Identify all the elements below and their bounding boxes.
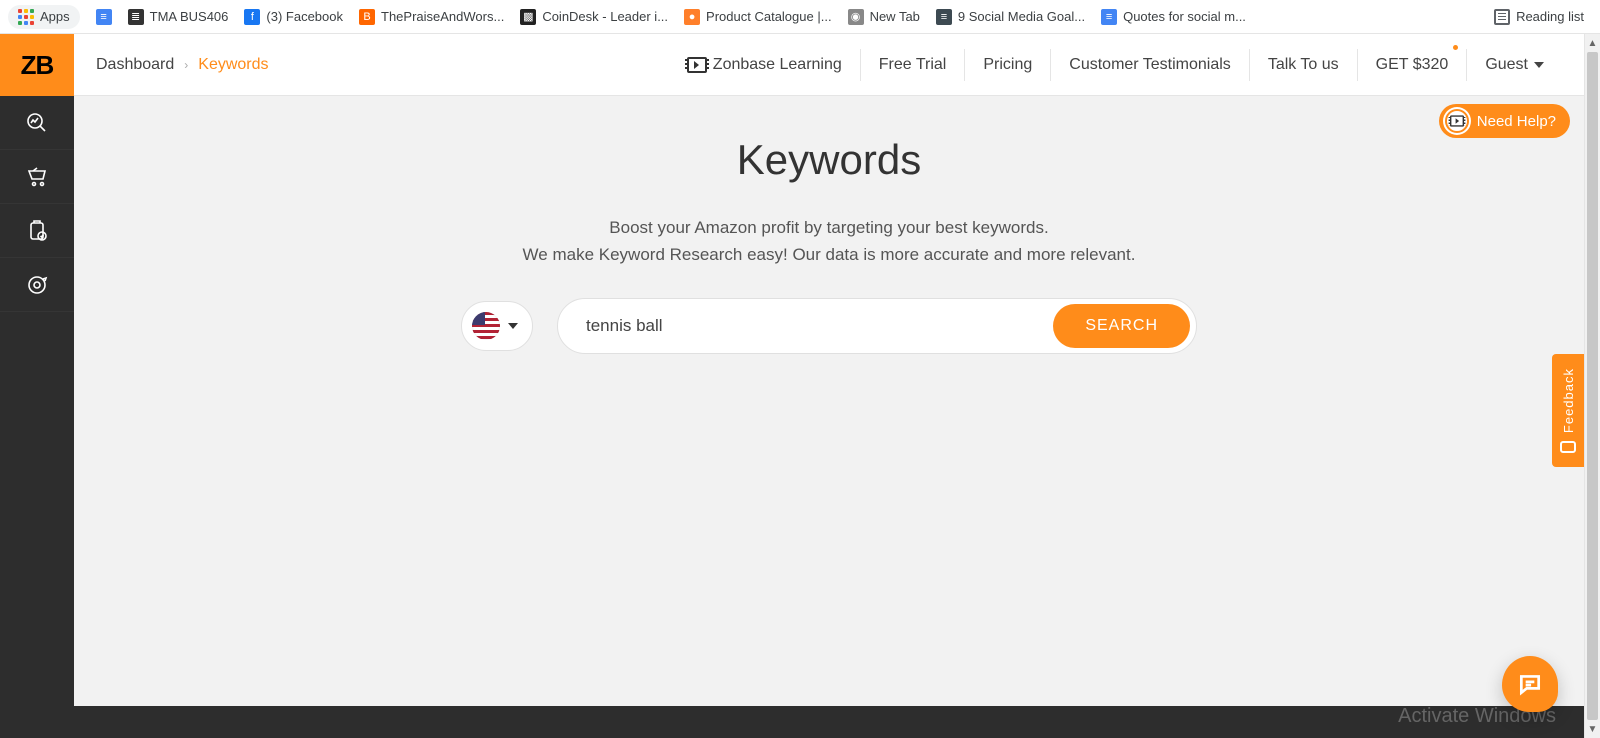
app-root: ZB Dashboard › Keywords Zonbase Learn — [0, 34, 1600, 738]
subtitle-line: We make Keyword Research easy! Our data … — [74, 241, 1584, 268]
feedback-tab[interactable]: Feedback — [1552, 354, 1584, 467]
sidebar-item-optimize[interactable] — [0, 258, 74, 312]
cart-icon — [25, 165, 49, 189]
bookmark-item[interactable]: f (3) Facebook — [236, 5, 351, 29]
bookmark-item[interactable]: ≡ 9 Social Media Goal... — [928, 5, 1093, 29]
bookmark-label: Product Catalogue |... — [706, 9, 832, 24]
browser-scrollbar[interactable]: ▲ ▼ — [1584, 34, 1600, 738]
bookmarks-left: Apps ≡ ≣ TMA BUS406 f (3) Facebook B ThePraise… — [8, 5, 1486, 29]
subtitle-line: Boost your Amazon profit by targeting yo… — [74, 214, 1584, 241]
sidebar-item-research[interactable] — [0, 96, 74, 150]
nav-guest-menu[interactable]: Guest — [1466, 49, 1562, 81]
video-icon — [687, 57, 707, 73]
favicon-icon: B — [359, 9, 375, 25]
sidebar-item-cart[interactable] — [0, 150, 74, 204]
search-button[interactable]: SEARCH — [1053, 304, 1190, 348]
bookmark-item[interactable]: ≡ Quotes for social m... — [1093, 5, 1254, 29]
bookmark-item[interactable]: ▩ CoinDesk - Leader i... — [512, 5, 676, 29]
feedback-icon — [1560, 441, 1576, 453]
page-subtitle: Boost your Amazon profit by targeting yo… — [74, 214, 1584, 268]
nav-testimonials[interactable]: Customer Testimonials — [1050, 49, 1249, 81]
nav-label: GET $320 — [1376, 56, 1449, 74]
bookmark-label: ThePraiseAndWors... — [381, 9, 504, 24]
reading-list-icon — [1494, 9, 1510, 25]
breadcrumb-current: Keywords — [198, 56, 268, 74]
bookmark-label: 9 Social Media Goal... — [958, 9, 1085, 24]
bookmark-label: Quotes for social m... — [1123, 9, 1246, 24]
footer-strip — [74, 706, 1584, 738]
country-selector[interactable] — [461, 301, 533, 351]
apps-button[interactable]: Apps — [8, 5, 80, 29]
logo[interactable]: ZB — [0, 34, 74, 96]
breadcrumb: Dashboard › Keywords — [96, 56, 269, 74]
nav-label: Customer Testimonials — [1069, 56, 1231, 74]
nav-label: Pricing — [983, 56, 1032, 74]
logo-text: ZB — [21, 50, 54, 81]
scroll-track[interactable] — [1585, 52, 1600, 720]
reading-list-label: Reading list — [1516, 9, 1584, 24]
breadcrumb-dashboard[interactable]: Dashboard — [96, 56, 174, 74]
nav-label: Zonbase Learning — [713, 56, 842, 74]
bookmark-item[interactable]: ● Product Catalogue |... — [676, 5, 840, 29]
bookmark-label: TMA BUS406 — [150, 9, 229, 24]
header-right: Zonbase Learning Free Trial Pricing Cust… — [669, 49, 1562, 81]
favicon-icon: ≡ — [1101, 9, 1117, 25]
notification-dot-icon — [1453, 45, 1458, 50]
bookmark-item[interactable]: ◉ New Tab — [840, 5, 928, 29]
main-panel: Dashboard › Keywords Zonbase Learning Fr… — [74, 34, 1584, 738]
nav-label: Guest — [1485, 56, 1528, 74]
header: Dashboard › Keywords Zonbase Learning Fr… — [74, 34, 1584, 96]
search-box: SEARCH — [557, 298, 1197, 354]
video-play-icon — [1445, 109, 1469, 133]
apps-label: Apps — [40, 9, 70, 24]
scroll-up-icon[interactable]: ▲ — [1585, 34, 1600, 52]
sidebar-item-listings[interactable] — [0, 204, 74, 258]
favicon-icon: ● — [684, 9, 700, 25]
caret-down-icon — [1534, 62, 1544, 68]
reading-list-button[interactable]: Reading list — [1486, 5, 1592, 29]
favicon-icon: f — [244, 9, 260, 25]
nav-pricing[interactable]: Pricing — [964, 49, 1050, 81]
apps-grid-icon — [18, 9, 34, 25]
bookmark-item[interactable]: ≡ — [88, 5, 120, 29]
favicon-icon: ≡ — [936, 9, 952, 25]
bookmark-label: New Tab — [870, 9, 920, 24]
scroll-thumb[interactable] — [1587, 52, 1598, 720]
favicon-icon: ▩ — [520, 9, 536, 25]
browser-bookmarks-bar: Apps ≡ ≣ TMA BUS406 f (3) Facebook B ThePraise… — [0, 0, 1600, 34]
nav-label: Talk To us — [1268, 56, 1339, 74]
scroll-down-icon[interactable]: ▼ — [1585, 720, 1600, 738]
caret-down-icon — [508, 323, 518, 329]
bookmark-label: (3) Facebook — [266, 9, 343, 24]
target-refresh-icon — [25, 273, 49, 297]
need-help-button[interactable]: Need Help? — [1439, 104, 1570, 138]
nav-zonbase-learning[interactable]: Zonbase Learning — [669, 49, 860, 81]
chevron-right-icon: › — [184, 58, 188, 72]
chat-icon — [1517, 671, 1543, 697]
search-trend-icon — [25, 111, 49, 135]
nav-free-trial[interactable]: Free Trial — [860, 49, 965, 81]
nav-talk-to-us[interactable]: Talk To us — [1249, 49, 1357, 81]
content-area: Need Help? Keywords Boost your Amazon pr… — [74, 96, 1584, 706]
bookmark-item[interactable]: B ThePraiseAndWors... — [351, 5, 512, 29]
favicon-icon: ≣ — [128, 9, 144, 25]
flag-us-icon — [472, 312, 500, 340]
sidebar: ZB — [0, 34, 74, 738]
favicon-icon: ≡ — [96, 9, 112, 25]
bookmark-label: CoinDesk - Leader i... — [542, 9, 668, 24]
feedback-label: Feedback — [1561, 368, 1576, 433]
search-row: SEARCH — [74, 298, 1584, 354]
nav-get-320[interactable]: GET $320 — [1357, 49, 1467, 81]
nav-label: Free Trial — [879, 56, 947, 74]
need-help-label: Need Help? — [1477, 113, 1556, 130]
favicon-icon: ◉ — [848, 9, 864, 25]
keyword-search-input[interactable] — [586, 316, 1041, 336]
bookmark-item[interactable]: ≣ TMA BUS406 — [120, 5, 237, 29]
page-title: Keywords — [74, 136, 1584, 184]
clipboard-check-icon — [25, 219, 49, 243]
chat-launcher[interactable] — [1502, 656, 1558, 712]
